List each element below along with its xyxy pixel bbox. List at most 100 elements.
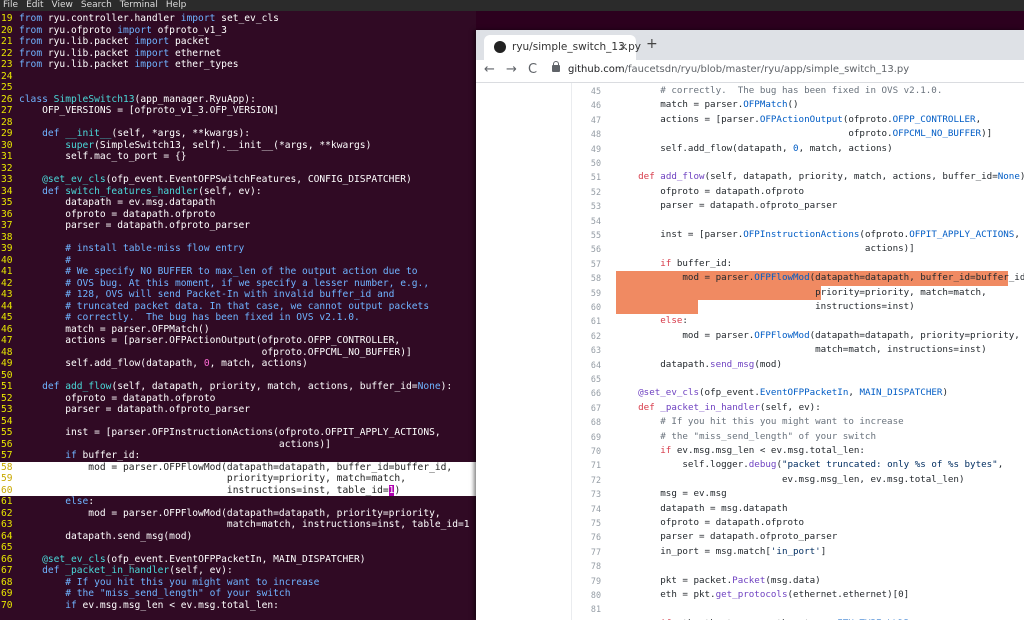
line-number[interactable]: 47 — [556, 113, 601, 127]
line-number[interactable]: 71 — [556, 458, 601, 472]
code-token: None — [417, 381, 441, 392]
code-token: def — [42, 185, 60, 197]
line-number[interactable]: 76 — [556, 530, 601, 544]
line-number[interactable]: 50 — [556, 156, 601, 170]
vim-line: 39 # install table-miss flow entry — [0, 243, 476, 255]
vim-line: 49 self.add_flow(datapath, 0, match, act… — [0, 358, 476, 370]
code-token: (self, *args, **kwargs): — [111, 128, 251, 139]
code-token: ) — [942, 387, 948, 399]
line-number[interactable]: 67 — [556, 401, 601, 415]
line-number[interactable]: 63 — [556, 343, 601, 357]
vim-line: 37 parser = datapath.ofproto_parser — [0, 220, 476, 232]
line-number[interactable]: 64 — [556, 358, 601, 372]
line-number[interactable]: 56 — [556, 242, 601, 256]
menu-item-help[interactable]: Help — [166, 0, 187, 10]
menu-item-search[interactable]: Search — [81, 0, 112, 10]
menu-item-view[interactable]: View — [52, 0, 73, 10]
code-token: if — [660, 257, 672, 269]
line-number: 69 — [1, 588, 13, 599]
code-token: from — [19, 59, 43, 70]
code-token: MAIN_DISPATCHER — [859, 387, 943, 399]
line-number[interactable]: 59 — [556, 286, 601, 300]
menu-item-edit[interactable]: Edit — [26, 0, 43, 10]
code-token: OFPP_CONTROLLER — [892, 113, 976, 125]
vim-line: 38 — [0, 232, 476, 244]
code-line: 65 — [476, 372, 1024, 386]
code-token: priority=priority, match=match, — [19, 473, 406, 484]
line-number: 61 — [1, 496, 13, 507]
menu-item-terminal[interactable]: Terminal — [120, 0, 158, 10]
code-line: 50 — [476, 156, 1024, 170]
new-tab-button[interactable]: + — [646, 36, 658, 52]
line-number[interactable]: 77 — [556, 545, 601, 559]
code-token: class — [19, 93, 48, 105]
line-number[interactable]: 65 — [556, 372, 601, 386]
line-number[interactable]: 54 — [556, 214, 601, 228]
code-token: ] — [820, 545, 827, 557]
code-token: (ofproto. — [859, 229, 910, 240]
line-number[interactable]: 79 — [556, 574, 601, 588]
tab-simple-switch[interactable]: ryu/simple_switch_13.py × — [484, 35, 641, 60]
reload-button[interactable]: C — [528, 62, 537, 77]
code-token: @set_ev_cls — [42, 553, 106, 565]
vim-terminal[interactable]: 19 from ryu.controller.handler import set… — [0, 11, 476, 620]
line-number[interactable]: 81 — [556, 602, 601, 616]
line-number[interactable]: 75 — [556, 516, 601, 530]
code-text: eth = pkt.get_protocols(ethernet.etherne… — [616, 588, 909, 602]
line-number[interactable]: 73 — [556, 487, 601, 501]
line-number[interactable]: 52 — [556, 185, 601, 199]
code-line: 69 # the "miss_send_length" of your swit… — [476, 430, 1024, 444]
code-token: from — [19, 36, 43, 47]
back-button[interactable]: ← — [484, 62, 495, 77]
line-number[interactable]: 70 — [556, 444, 601, 458]
code-text: self.add_flow(datapath, 0, match, action… — [616, 142, 893, 156]
code-token: (SimpleSwitch13, self).__init__(*args, *… — [94, 139, 372, 151]
vim-line: 29 def __init__(self, *args, **kwargs): — [0, 128, 476, 140]
code-token: datapath = ev.msg.datapath — [19, 197, 216, 208]
line-number[interactable]: 74 — [556, 502, 601, 516]
code-line: 71 self.logger.debug("packet truncated: … — [476, 458, 1024, 472]
line-number[interactable]: 68 — [556, 415, 601, 429]
line-number[interactable]: 49 — [556, 142, 601, 156]
code-text: mod = parser.OFPFlowMod(datapath=datapat… — [616, 271, 1024, 285]
line-number[interactable]: 57 — [556, 257, 601, 271]
line-number[interactable]: 72 — [556, 473, 601, 487]
line-number[interactable]: 60 — [556, 300, 601, 314]
vim-line: 68 # If you hit this you might want to i… — [0, 577, 476, 589]
line-number[interactable]: 80 — [556, 588, 601, 602]
forward-button[interactable]: → — [506, 62, 517, 77]
code-token: ): — [440, 381, 453, 392]
code-token: match=match, instructions=inst, table_id… — [19, 519, 470, 530]
line-number: 22 — [1, 47, 13, 59]
url-host: github.com — [568, 64, 625, 75]
vim-line: 43 # 128, OVS will send Packet-In with i… — [0, 289, 476, 301]
code-token: OFPIT_APPLY_ACTIONS — [909, 229, 1015, 240]
line-number[interactable]: 46 — [556, 98, 601, 112]
line-number[interactable]: 58 — [556, 271, 601, 285]
line-number[interactable]: 69 — [556, 430, 601, 444]
line-number[interactable]: 48 — [556, 127, 601, 141]
address-bar[interactable]: github.com/faucetsdn/ryu/blob/master/ryu… — [568, 64, 909, 75]
line-number[interactable]: 66 — [556, 386, 601, 400]
code-text: def _packet_in_handler(self, ev): — [616, 401, 821, 415]
line-number[interactable]: 45 — [556, 84, 601, 98]
line-number: 59 — [1, 473, 13, 484]
close-tab-icon[interactable]: × — [619, 40, 628, 53]
code-token: actions)] — [616, 243, 915, 255]
line-number[interactable]: 78 — [556, 559, 601, 573]
code-token: OFPCML_NO_BUFFER — [892, 128, 982, 140]
code-line: 81 — [476, 602, 1024, 616]
code-text: datapath.send_msg(mod) — [616, 358, 782, 372]
line-number[interactable]: 62 — [556, 329, 601, 343]
code-token: , match, actions) — [798, 142, 893, 154]
code-token: debug — [748, 459, 777, 471]
line-number[interactable]: 61 — [556, 314, 601, 328]
code-token: datapath = msg.datapath — [616, 502, 788, 514]
menu-item-file[interactable]: File — [3, 0, 18, 10]
line-number: 47 — [1, 335, 13, 346]
line-number[interactable]: 53 — [556, 199, 601, 213]
line-number[interactable]: 51 — [556, 170, 601, 184]
line-number[interactable]: 55 — [556, 228, 601, 242]
